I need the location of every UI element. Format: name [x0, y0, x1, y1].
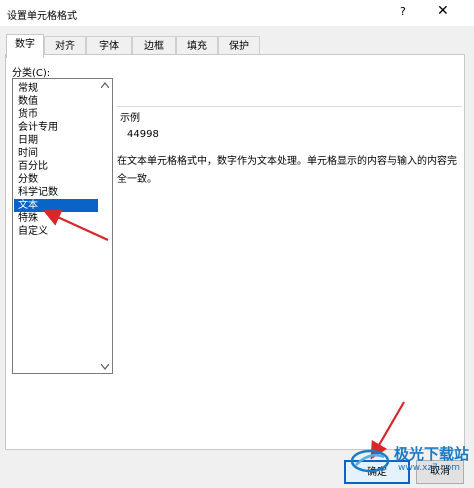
- watermark-text: 极光下载站: [394, 445, 470, 463]
- list-item[interactable]: 日期: [16, 134, 98, 147]
- scroll-up-icon[interactable]: [101, 82, 109, 88]
- title-bar: 设置单元格格式 ? ✕: [0, 0, 474, 26]
- list-item[interactable]: 会计专用: [16, 121, 98, 134]
- format-description: 在文本单元格格式中，数字作为文本处理。单元格显示的内容与输入的内容完全一致。: [117, 156, 457, 185]
- list-item[interactable]: 货币: [16, 108, 98, 121]
- help-button[interactable]: ?: [400, 5, 406, 18]
- close-button[interactable]: ✕: [437, 3, 449, 19]
- list-item[interactable]: 时间: [16, 147, 98, 160]
- scroll-down-icon[interactable]: [101, 364, 109, 370]
- category-label: 分类(C):: [12, 68, 51, 79]
- dialog-title: 设置单元格格式: [7, 11, 77, 22]
- tab-border[interactable]: 边框: [132, 36, 176, 56]
- sample-value: 44998: [127, 129, 159, 140]
- list-item[interactable]: 分数: [16, 173, 98, 186]
- list-item[interactable]: 自定义: [16, 225, 98, 238]
- list-item[interactable]: 数值: [16, 95, 98, 108]
- tab-fill[interactable]: 填充: [176, 36, 218, 56]
- list-item[interactable]: 特殊: [16, 212, 98, 225]
- list-item[interactable]: 常规: [16, 82, 98, 95]
- tab-number[interactable]: 数字: [6, 34, 44, 58]
- watermark-url: www.xz7.com: [398, 463, 460, 473]
- tab-font[interactable]: 字体: [86, 36, 132, 56]
- dialog-body: 数字 对齐 字体 边框 填充 保护 分类(C): 常规 数值 货币 会计专用 日…: [0, 26, 474, 450]
- sample-label: 示例: [120, 109, 143, 124]
- category-list[interactable]: 常规 数值 货币 会计专用 日期 时间 百分比 分数 科学记数 文本 特殊 自定…: [12, 78, 113, 374]
- tab-content: 分类(C): 常规 数值 货币 会计专用 日期 时间 百分比 分数 科学记数 文…: [5, 54, 465, 450]
- list-item[interactable]: 百分比: [16, 160, 98, 173]
- sample-group: [117, 106, 462, 144]
- tab-alignment[interactable]: 对齐: [44, 36, 86, 56]
- watermark-logo-icon: [350, 449, 390, 473]
- list-item-selected[interactable]: 文本: [14, 199, 98, 212]
- list-item[interactable]: 科学记数: [16, 186, 98, 199]
- tab-protection[interactable]: 保护: [218, 36, 260, 56]
